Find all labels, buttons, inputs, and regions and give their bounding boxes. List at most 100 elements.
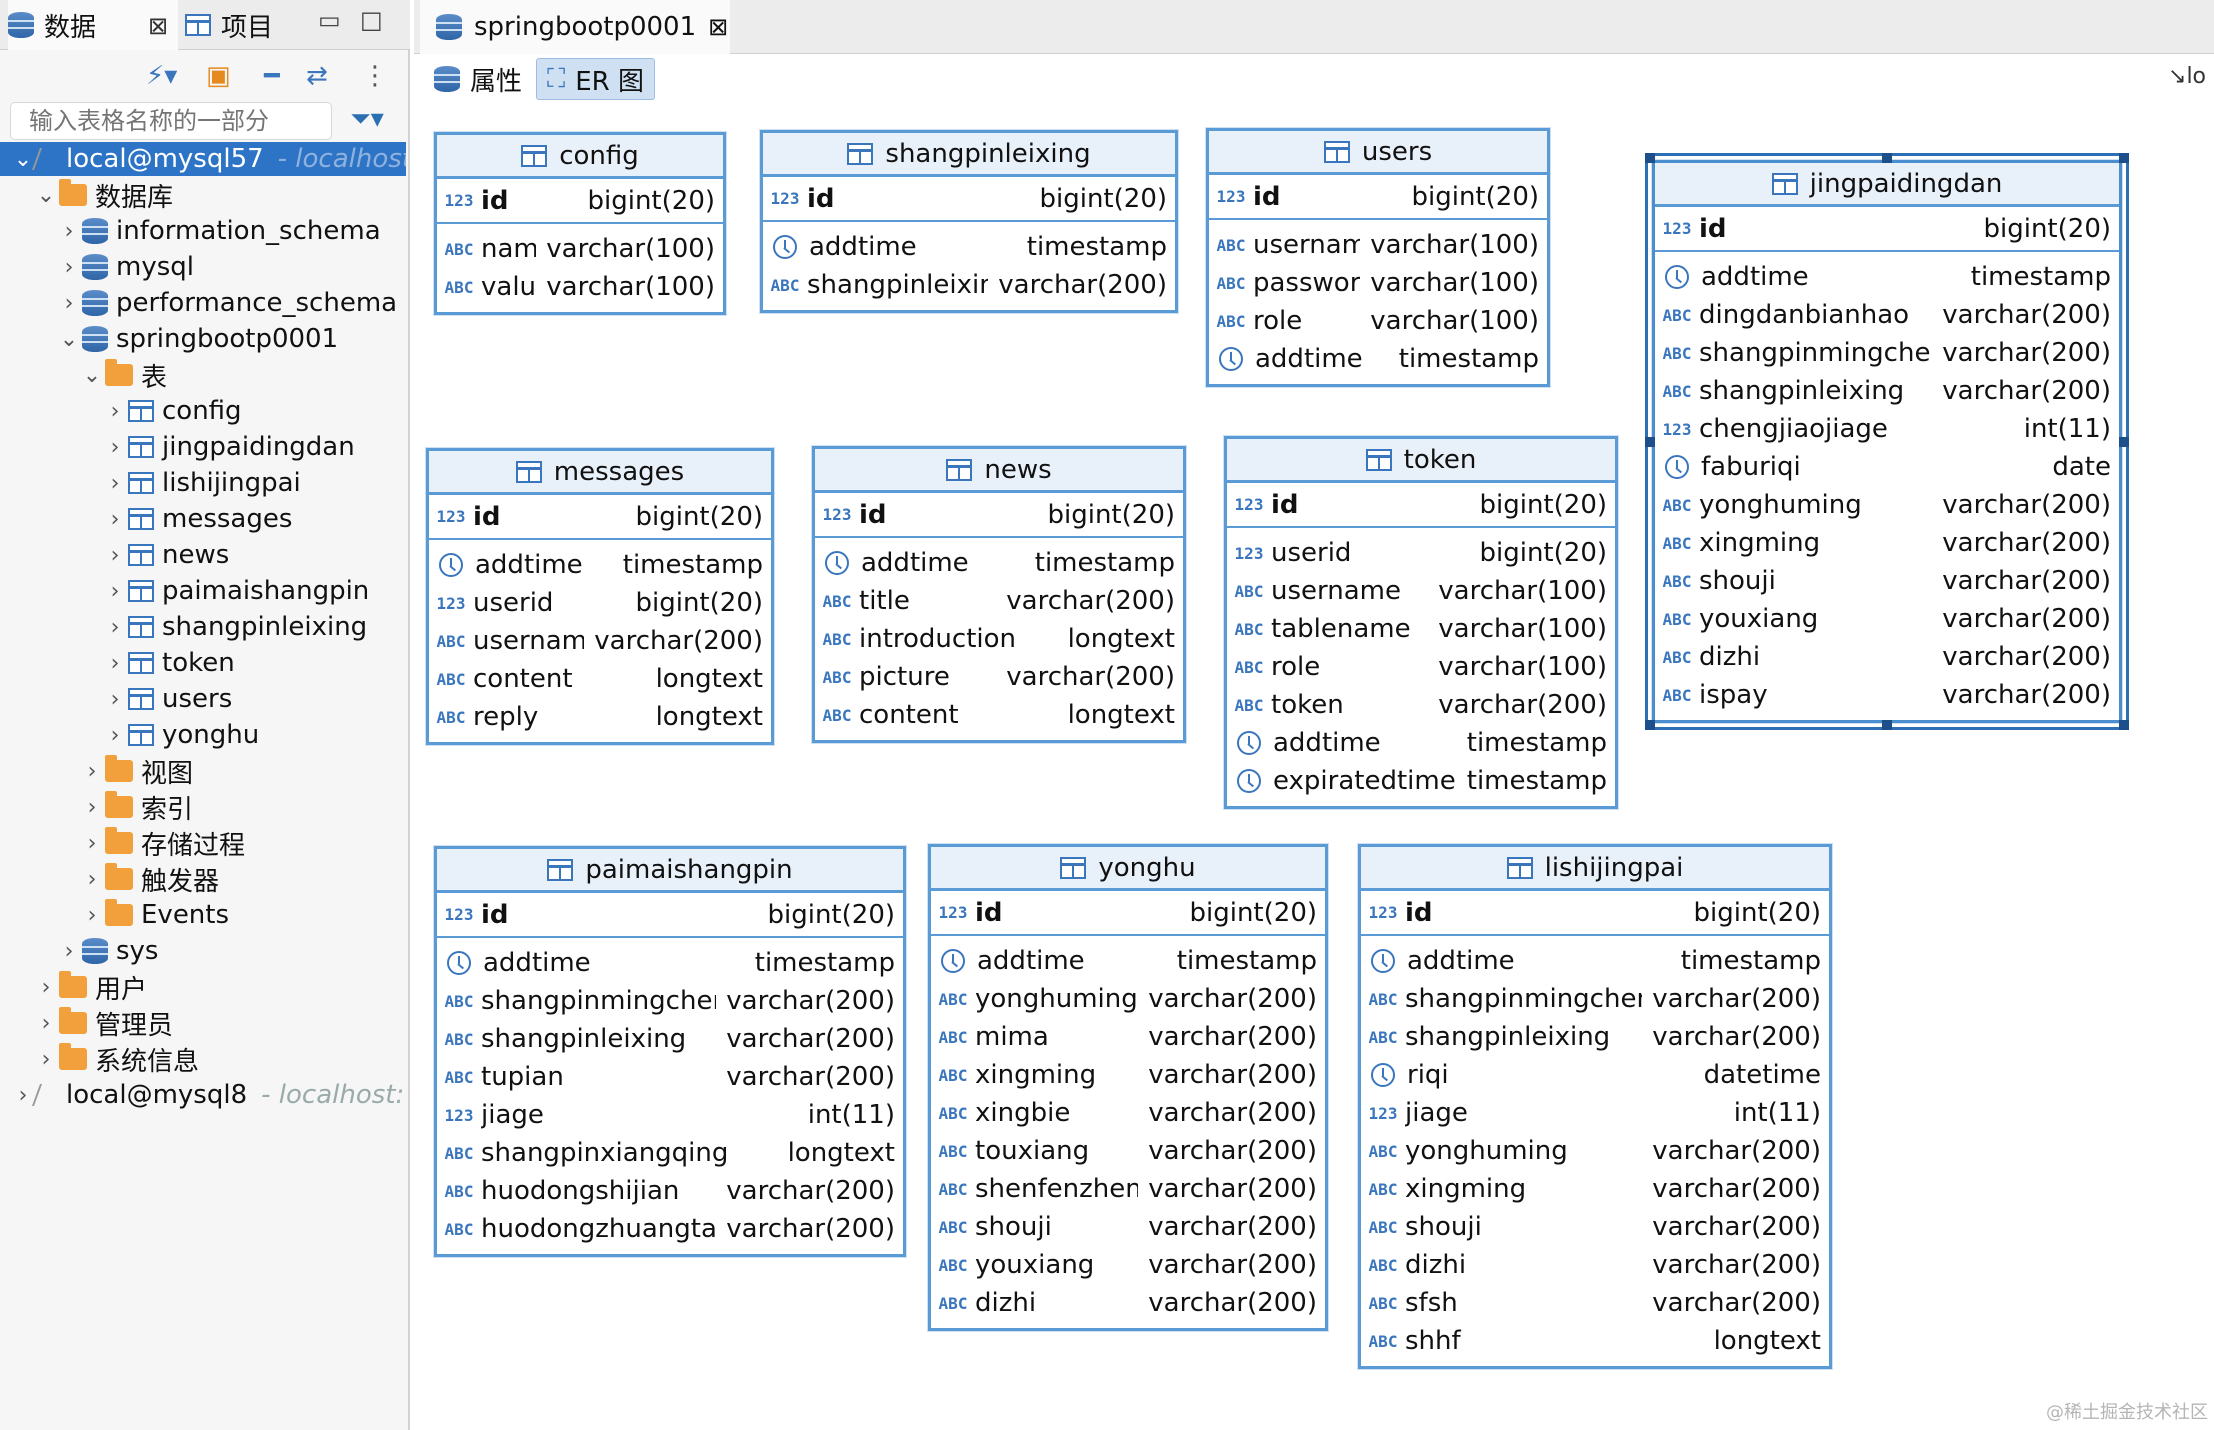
chevron-right-icon[interactable]: ›	[102, 471, 128, 496]
minimize-icon[interactable]: ▭	[318, 6, 341, 34]
tab-data[interactable]: 数据 ⊠	[8, 0, 178, 50]
column-row[interactable]: ABC token varchar(200)	[1227, 686, 1615, 724]
selection-handle[interactable]	[1645, 436, 1655, 447]
tab-properties[interactable]: 属性	[424, 58, 532, 100]
column-row[interactable]: ABC shhf longtext	[1361, 1322, 1829, 1360]
selection-handle[interactable]	[2119, 153, 2129, 163]
tree-node-messages[interactable]: › messages	[0, 502, 406, 536]
layout-tool[interactable]: ↘lo	[2168, 64, 2206, 89]
column-row[interactable]: ABC shouji varchar(200)	[931, 1208, 1325, 1246]
column-row[interactable]: ABC yonghuming varchar(200)	[931, 980, 1325, 1018]
column-row[interactable]: ABC yonghuming varchar(200)	[1361, 1132, 1829, 1170]
column-row[interactable]: ABC tablename varchar(100)	[1227, 610, 1615, 648]
column-row[interactable]: addtime timestamp	[1209, 340, 1547, 378]
column-row[interactable]: addtime timestamp	[1227, 724, 1615, 762]
column-row[interactable]: addtime timestamp	[815, 544, 1183, 582]
column-row[interactable]: ABC shangpinleixing varchar(200)	[437, 1020, 903, 1058]
tree-node--[interactable]: ⌄ 数据库	[0, 178, 406, 212]
column-row[interactable]: ABC xingming varchar(200)	[931, 1056, 1325, 1094]
chevron-right-icon[interactable]: ›	[102, 543, 128, 568]
new-folder-icon[interactable]: ▣	[206, 60, 231, 92]
close-icon[interactable]: ⊠	[148, 12, 168, 40]
chevron-right-icon[interactable]: ›	[79, 759, 105, 784]
column-row[interactable]: ABC content longtext	[429, 660, 771, 698]
selection-handle[interactable]	[1882, 720, 1892, 730]
entity-news[interactable]: news 123 id bigint(20) addtime timestamp ABC ti…	[812, 446, 1186, 743]
tree-node--[interactable]: › 管理员	[0, 1006, 406, 1040]
maximize-icon[interactable]: □	[360, 6, 383, 34]
chevron-right-icon[interactable]: ›	[102, 579, 128, 604]
entity-yonghu[interactable]: yonghu 123 id bigint(20) addtime timestamp ABC…	[928, 844, 1328, 1331]
entity-header[interactable]: yonghu	[931, 847, 1325, 891]
entity-token[interactable]: token 123 id bigint(20) 123 userid bigint(20) A…	[1224, 436, 1618, 809]
tree-node-yonghu[interactable]: › yonghu	[0, 718, 406, 752]
entity-header[interactable]: shangpinleixing	[763, 133, 1175, 177]
column-row[interactable]: ABC role varchar(100)	[1209, 302, 1547, 340]
column-row[interactable]: ABC username varchar(100)	[1209, 226, 1547, 264]
column-row[interactable]: ABC shouji varchar(200)	[1361, 1208, 1829, 1246]
tree-node-local-mysql8[interactable]: › local@mysql8- localhost:	[0, 1078, 406, 1112]
entity-paimaishangpin[interactable]: paimaishangpin 123 id bigint(20) addtime time…	[434, 846, 906, 1257]
tree-node--[interactable]: › 用户	[0, 970, 406, 1004]
tree-node-events[interactable]: › Events	[0, 898, 406, 932]
column-row[interactable]: ABC tupian varchar(200)	[437, 1058, 903, 1096]
tree-node-performance-schema[interactable]: › performance_schema	[0, 286, 406, 320]
column-row[interactable]: ABC name varchar(100)	[437, 230, 723, 268]
primary-key-column[interactable]: 123 id bigint(20)	[763, 177, 1175, 222]
entity-header[interactable]: jingpaidingdan	[1655, 163, 2119, 207]
entity-lishijingpai[interactable]: lishijingpai 123 id bigint(20) addtime timest…	[1358, 844, 1832, 1369]
column-row[interactable]: faburiqi date	[1655, 448, 2119, 486]
tree-node-sys[interactable]: › sys	[0, 934, 406, 968]
chevron-right-icon[interactable]: ›	[56, 255, 82, 280]
column-row[interactable]: addtime timestamp	[1655, 258, 2119, 296]
column-row[interactable]: ABC shouji varchar(200)	[1655, 562, 2119, 600]
selection-handle[interactable]	[2119, 436, 2129, 447]
primary-key-column[interactable]: 123 id bigint(20)	[429, 495, 771, 540]
column-row[interactable]: 123 jiage int(11)	[1361, 1094, 1829, 1132]
tree-node-mysql[interactable]: › mysql	[0, 250, 406, 284]
entity-shangpinleixing[interactable]: shangpinleixing 123 id bigint(20) addtime tim…	[760, 130, 1178, 313]
primary-key-column[interactable]: 123 id bigint(20)	[1655, 207, 2119, 252]
tab-er-diagram[interactable]: ⛶ ER 图	[536, 58, 655, 100]
chevron-right-icon[interactable]: ›	[79, 795, 105, 820]
column-row[interactable]: ABC yonghuming varchar(200)	[1655, 486, 2119, 524]
entity-header[interactable]: token	[1227, 439, 1615, 483]
tree-node--[interactable]: › 索引	[0, 790, 406, 824]
column-row[interactable]: addtime timestamp	[763, 228, 1175, 266]
entity-config[interactable]: config 123 id bigint(20) ABC name varchar(100)…	[434, 132, 726, 315]
column-row[interactable]: ABC content longtext	[815, 696, 1183, 734]
chevron-right-icon[interactable]: ›	[102, 723, 128, 748]
column-row[interactable]: ABC touxiang varchar(200)	[931, 1132, 1325, 1170]
column-row[interactable]: ABC shenfenzheng varchar(200)	[931, 1170, 1325, 1208]
tree-node-information-schema[interactable]: › information_schema	[0, 214, 406, 248]
entity-users[interactable]: users 123 id bigint(20) ABC username varchar(1…	[1206, 128, 1550, 387]
column-row[interactable]: 123 jiage int(11)	[437, 1096, 903, 1134]
column-row[interactable]: ABC shangpinleixing varchar(200)	[763, 266, 1175, 304]
chevron-right-icon[interactable]: ›	[56, 291, 82, 316]
tree-node--[interactable]: ⌄ 表	[0, 358, 406, 392]
tree-node-token[interactable]: › token	[0, 646, 406, 680]
chevron-down-icon[interactable]: ⌄	[33, 183, 59, 208]
column-row[interactable]: ABC shangpinxiangqing longtext	[437, 1134, 903, 1172]
tree-node-paimaishangpin[interactable]: › paimaishangpin	[0, 574, 406, 608]
column-row[interactable]: ABC title varchar(200)	[815, 582, 1183, 620]
column-row[interactable]: ABC shangpinleixing varchar(200)	[1655, 372, 2119, 410]
chevron-right-icon[interactable]: ›	[56, 219, 82, 244]
tree-node-lishijingpai[interactable]: › lishijingpai	[0, 466, 406, 500]
entity-header[interactable]: paimaishangpin	[437, 849, 903, 893]
tree-node-springbootp0001[interactable]: ⌄ springbootp0001	[0, 322, 406, 356]
column-row[interactable]: addtime timestamp	[437, 944, 903, 982]
editor-tab-springbootp0001[interactable]: springbootp0001 ⊠	[420, 0, 730, 54]
chevron-right-icon[interactable]: ›	[79, 831, 105, 856]
chevron-right-icon[interactable]: ›	[79, 867, 105, 892]
column-row[interactable]: ABC value varchar(100)	[437, 268, 723, 306]
tree-node--[interactable]: › 视图	[0, 754, 406, 788]
entity-header[interactable]: lishijingpai	[1361, 847, 1829, 891]
column-row[interactable]: ABC youxiang varchar(200)	[1655, 600, 2119, 638]
chevron-right-icon[interactable]: ›	[33, 1011, 59, 1036]
chevron-right-icon[interactable]: ›	[102, 651, 128, 676]
chevron-right-icon[interactable]: ›	[79, 903, 105, 928]
close-icon[interactable]: ⊠	[708, 13, 728, 41]
primary-key-column[interactable]: 123 id bigint(20)	[437, 893, 903, 938]
column-row[interactable]: ABC shangpinleixing varchar(200)	[1361, 1018, 1829, 1056]
